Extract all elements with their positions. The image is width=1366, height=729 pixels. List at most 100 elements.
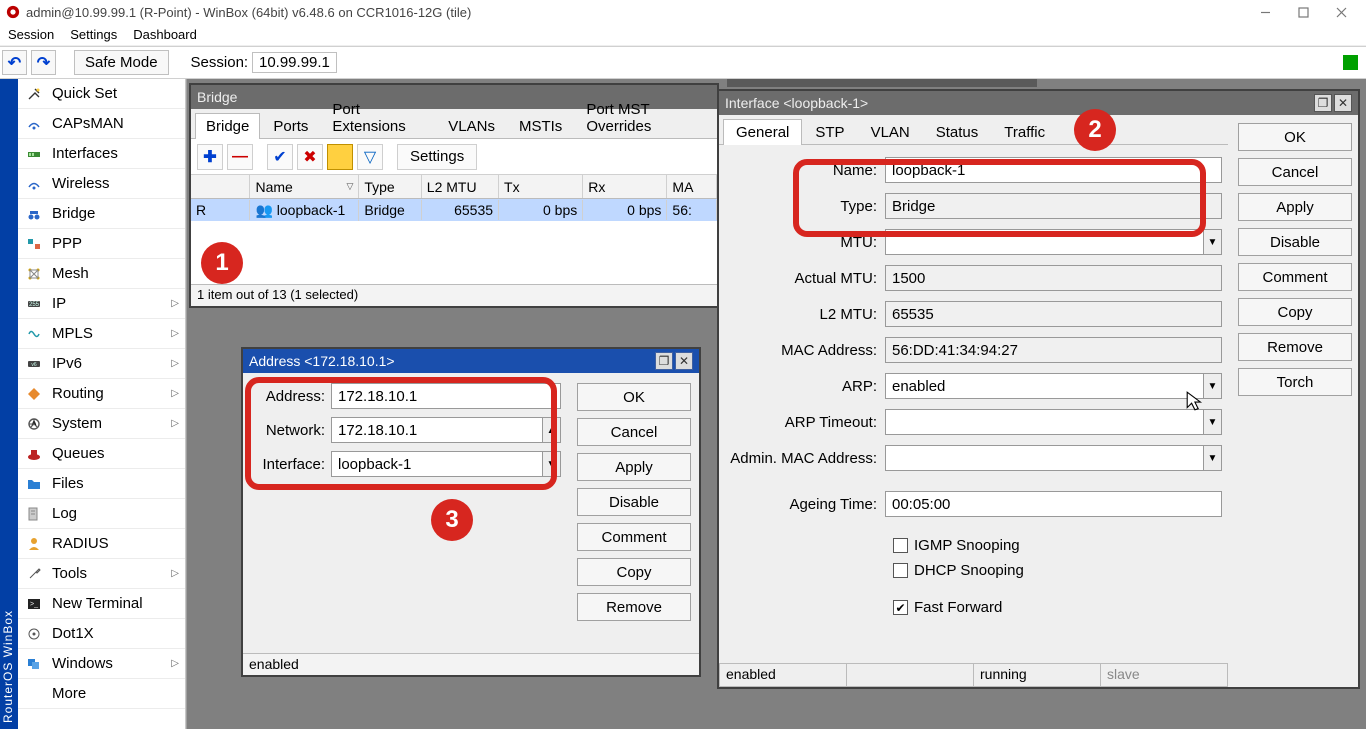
sidebar-item-mpls[interactable]: MPLS▷ [18, 319, 185, 349]
addr-comment-button[interactable]: Comment [577, 523, 691, 551]
address-titlebar[interactable]: Address <172.18.10.1> ❐ ✕ [243, 349, 699, 373]
menu-settings[interactable]: Settings [70, 27, 117, 42]
interface-titlebar[interactable]: Interface <loopback-1> ❐ ✕ [719, 91, 1358, 115]
network-up-icon[interactable]: ▲ [543, 417, 561, 443]
iface-close-icon[interactable]: ✕ [1334, 94, 1352, 112]
chk-fastforward[interactable]: ✔Fast Forward [725, 599, 1222, 616]
sidebar-item-tools[interactable]: Tools▷ [18, 559, 185, 589]
remove-button[interactable]: Remove [1238, 333, 1352, 361]
menu-session[interactable]: Session [8, 27, 54, 42]
sidebar-item-log[interactable]: Log [18, 499, 185, 529]
admin-mac-dropdown-icon[interactable]: ▼ [1204, 445, 1222, 471]
sidebar-item-dot1x[interactable]: Dot1X [18, 619, 185, 649]
disable-button[interactable]: ✖ [297, 144, 323, 170]
bridge-grid[interactable]: Name▽ Type L2 MTU Tx Rx MA R 👥 loopback-… [191, 175, 717, 284]
settings-button[interactable]: Settings [397, 144, 477, 170]
bridge-tab-port-mst-overrides[interactable]: Port MST Overrides [575, 96, 713, 139]
iface-restore-icon[interactable]: ❐ [1314, 94, 1332, 112]
sidebar-item-mesh[interactable]: Mesh [18, 259, 185, 289]
bridge-tab-mstis[interactable]: MSTIs [508, 113, 573, 139]
iface-tab-stp[interactable]: STP [802, 119, 857, 145]
sidebar-item-interfaces[interactable]: Interfaces [18, 139, 185, 169]
input-ageing[interactable]: 00:05:00 [885, 491, 1222, 517]
safe-mode-button[interactable]: Safe Mode [74, 50, 169, 75]
undo-button[interactable]: ↶ [2, 50, 27, 75]
col-tx[interactable]: Tx [499, 175, 583, 198]
col-flag[interactable] [191, 175, 250, 198]
comment-button[interactable]: Comment [1238, 263, 1352, 291]
addr-disable-button[interactable]: Disable [577, 488, 691, 516]
add-button[interactable]: ✚ [197, 144, 223, 170]
input-address[interactable]: 172.18.10.1 [331, 383, 561, 409]
sidebar-item-capsman[interactable]: CAPsMAN [18, 109, 185, 139]
sidebar-item-windows[interactable]: Windows▷ [18, 649, 185, 679]
disable-button[interactable]: Disable [1238, 228, 1352, 256]
copy-button[interactable]: Copy [1238, 298, 1352, 326]
sidebar-item-routing[interactable]: Routing▷ [18, 379, 185, 409]
chk-igmp[interactable]: IGMP Snooping [725, 537, 1222, 554]
table-row[interactable]: R 👥 loopback-1 Bridge 65535 0 bps 0 bps … [191, 199, 717, 221]
apply-button[interactable]: Apply [1238, 193, 1352, 221]
col-l2mtu[interactable]: L2 MTU [422, 175, 499, 198]
addr-close-icon[interactable]: ✕ [675, 352, 693, 370]
sidebar-item-bridge[interactable]: Bridge [18, 199, 185, 229]
col-mac[interactable]: MA [667, 175, 717, 198]
addr-apply-button[interactable]: Apply [577, 453, 691, 481]
bridge-tab-ports[interactable]: Ports [262, 113, 319, 139]
torch-button[interactable]: Torch [1238, 368, 1352, 396]
col-name[interactable]: Name▽ [250, 175, 359, 198]
sidebar-item-files[interactable]: Files [18, 469, 185, 499]
input-interface[interactable]: loopback-1 [331, 451, 543, 477]
ok-button[interactable]: OK [1238, 123, 1352, 151]
menu-dashboard[interactable]: Dashboard [133, 27, 197, 42]
addr-restore-icon[interactable]: ❐ [655, 352, 673, 370]
comment-button[interactable] [327, 144, 353, 170]
bridge-tab-bridge[interactable]: Bridge [195, 113, 260, 139]
sidebar-item-radius[interactable]: RADIUS [18, 529, 185, 559]
cancel-button[interactable]: Cancel [1238, 158, 1352, 186]
col-type[interactable]: Type [359, 175, 421, 198]
enable-button[interactable]: ✔ [267, 144, 293, 170]
addr-cancel-button[interactable]: Cancel [577, 418, 691, 446]
chk-dhcp[interactable]: DHCP Snooping [725, 562, 1222, 579]
os-maximize[interactable] [1284, 0, 1322, 24]
filter-button[interactable]: ▽ [357, 144, 383, 170]
checkbox-icon[interactable] [893, 538, 908, 553]
input-network[interactable]: 172.18.10.1 [331, 417, 543, 443]
sidebar-item-ppp[interactable]: PPP [18, 229, 185, 259]
input-admin-mac[interactable] [885, 445, 1204, 471]
bridge-tab-vlans[interactable]: VLANs [437, 113, 506, 139]
iface-tab-status[interactable]: Status [923, 119, 992, 145]
input-arp[interactable]: enabled [885, 373, 1204, 399]
arp-dropdown-icon[interactable]: ▼ [1204, 373, 1222, 399]
sidebar-item-ip[interactable]: 255IP▷ [18, 289, 185, 319]
addr-copy-button[interactable]: Copy [577, 558, 691, 586]
os-close[interactable] [1322, 0, 1360, 24]
redo-button[interactable]: ↷ [31, 50, 56, 75]
interface-dropdown-icon[interactable]: ▼ [543, 451, 561, 477]
checkbox-checked-icon[interactable]: ✔ [893, 600, 908, 615]
addr-remove-button[interactable]: Remove [577, 593, 691, 621]
input-name[interactable]: loopback-1 [885, 157, 1222, 183]
sidebar-item-wireless[interactable]: Wireless [18, 169, 185, 199]
remove-button[interactable]: — [227, 144, 253, 170]
sidebar-item-quick-set[interactable]: Quick Set [18, 79, 185, 109]
iface-tab-vlan[interactable]: VLAN [858, 119, 923, 145]
iface-tab-traffic[interactable]: Traffic [991, 119, 1058, 145]
sidebar-item-ipv6[interactable]: v6IPv6▷ [18, 349, 185, 379]
arp-timeout-dropdown-icon[interactable]: ▼ [1204, 409, 1222, 435]
chevron-right-icon: ▷ [171, 568, 179, 579]
addr-ok-button[interactable]: OK [577, 383, 691, 411]
sidebar-item-more[interactable]: More [18, 679, 185, 709]
col-rx[interactable]: Rx [583, 175, 667, 198]
mtu-dropdown-icon[interactable]: ▼ [1204, 229, 1222, 255]
iface-tab-general[interactable]: General [723, 119, 802, 145]
sidebar-item-queues[interactable]: Queues [18, 439, 185, 469]
input-mtu[interactable] [885, 229, 1204, 255]
sidebar-item-new-terminal[interactable]: >_New Terminal [18, 589, 185, 619]
input-arp-timeout[interactable] [885, 409, 1204, 435]
checkbox-icon[interactable] [893, 563, 908, 578]
sidebar-item-system[interactable]: System▷ [18, 409, 185, 439]
bridge-tab-port-extensions[interactable]: Port Extensions [321, 96, 435, 139]
os-minimize[interactable] [1246, 0, 1284, 24]
